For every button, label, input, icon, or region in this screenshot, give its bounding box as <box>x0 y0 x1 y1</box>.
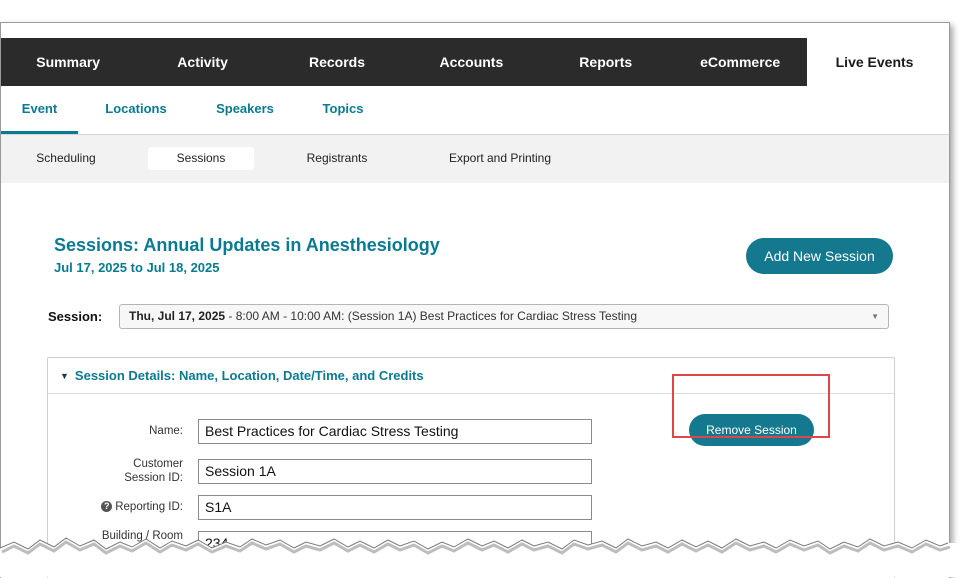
customer-session-id-label-line1: Customer <box>133 458 183 470</box>
nav-registrants[interactable]: Registrants <box>296 147 378 170</box>
remove-session-button[interactable]: Remove Session <box>689 414 814 446</box>
event-dates: Jul 17, 2025 to Jul 18, 2025 <box>54 260 220 275</box>
tab-summary[interactable]: Summary <box>1 38 135 86</box>
reporting-id-field[interactable]: S1A <box>198 495 592 520</box>
session-select[interactable]: Thu, Jul 17, 2025 - 8:00 AM - 10:00 AM: … <box>119 304 889 329</box>
tab-accounts[interactable]: Accounts <box>404 38 538 86</box>
tab-live-events[interactable]: Live Events <box>807 38 942 86</box>
reporting-id-label-text: Reporting ID: <box>115 501 183 513</box>
session-label: Session: <box>48 309 103 324</box>
tab-activity[interactable]: Activity <box>135 38 269 86</box>
tab-records[interactable]: Records <box>270 38 404 86</box>
help-circle-icon[interactable]: ? <box>101 501 113 512</box>
triangle-down-icon: ▼ <box>60 370 69 381</box>
customer-session-id-label-line2: Session ID: <box>124 472 183 484</box>
session-select-date: Thu, Jul 17, 2025 <box>129 309 226 323</box>
subtab-locations[interactable]: Locations <box>99 86 173 134</box>
section-nav: Scheduling Sessions Registrants Export a… <box>1 135 949 183</box>
sub-nav: Event Locations Speakers Topics <box>1 86 949 135</box>
customer-session-id-field[interactable]: Session 1A <box>198 459 592 484</box>
session-select-text: - 8:00 AM - 10:00 AM: (Session 1A) Best … <box>225 309 637 323</box>
name-label: Name: <box>149 425 183 437</box>
caret-down-icon: ▼ <box>871 312 879 321</box>
add-new-session-button[interactable]: Add New Session <box>746 238 893 274</box>
page-title: Sessions: Annual Updates in Anesthesiolo… <box>54 235 440 255</box>
app-window: Summary Activity Records Accounts Report… <box>0 22 950 578</box>
session-details-header[interactable]: ▼ Session Details: Name, Location, Date/… <box>48 358 894 394</box>
nav-sessions[interactable]: Sessions <box>148 147 254 170</box>
subtab-topics[interactable]: Topics <box>313 86 373 134</box>
session-details-title: Session Details: Name, Location, Date/Ti… <box>74 368 424 383</box>
customer-session-id-label: Customer Session ID: <box>98 457 183 485</box>
reporting-id-label: ? Reporting ID: <box>78 501 183 513</box>
name-field[interactable]: Best Practices for Cardiac Stress Testin… <box>198 419 592 444</box>
nav-scheduling[interactable]: Scheduling <box>25 147 107 170</box>
tab-reports[interactable]: Reports <box>539 38 673 86</box>
subtab-event[interactable]: Event <box>1 86 78 134</box>
nav-export-printing[interactable]: Export and Printing <box>437 147 563 170</box>
subtab-speakers[interactable]: Speakers <box>208 86 282 134</box>
torn-edge <box>0 537 961 577</box>
tab-ecommerce[interactable]: eCommerce <box>673 38 807 86</box>
main-nav: Summary Activity Records Accounts Report… <box>1 38 942 86</box>
